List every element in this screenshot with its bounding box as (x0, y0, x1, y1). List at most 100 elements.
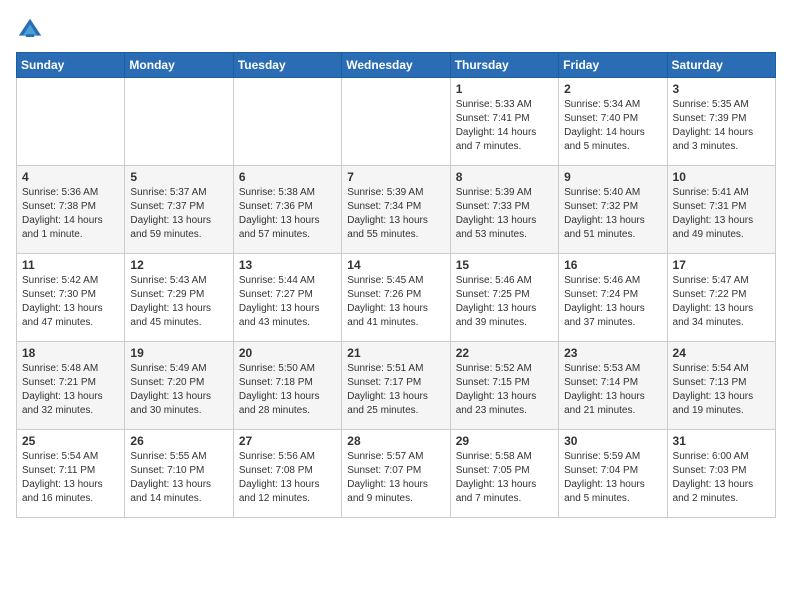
day-info: Sunrise: 5:40 AM Sunset: 7:32 PM Dayligh… (564, 186, 661, 242)
week-row-5: 25 Sunrise: 5:54 AM Sunset: 7:11 PM Dayli… (17, 430, 776, 518)
day-number: 17 (673, 258, 770, 272)
day-info: Sunrise: 5:51 AM Sunset: 7:17 PM Dayligh… (347, 362, 444, 418)
day-info: Sunrise: 5:46 AM Sunset: 7:24 PM Dayligh… (564, 274, 661, 330)
day-cell: 15 Sunrise: 5:46 AM Sunset: 7:25 PM Dayli… (450, 254, 558, 342)
weekday-header-tuesday: Tuesday (233, 53, 341, 78)
day-info: Sunrise: 5:33 AM Sunset: 7:41 PM Dayligh… (456, 98, 553, 154)
day-number: 1 (456, 82, 553, 96)
day-info: Sunrise: 5:37 AM Sunset: 7:37 PM Dayligh… (130, 186, 227, 242)
day-cell: 23 Sunrise: 5:53 AM Sunset: 7:14 PM Dayli… (559, 342, 667, 430)
day-info: Sunrise: 5:55 AM Sunset: 7:10 PM Dayligh… (130, 450, 227, 506)
day-cell (17, 78, 125, 166)
weekday-header-thursday: Thursday (450, 53, 558, 78)
day-info: Sunrise: 5:35 AM Sunset: 7:39 PM Dayligh… (673, 98, 770, 154)
day-info: Sunrise: 5:34 AM Sunset: 7:40 PM Dayligh… (564, 98, 661, 154)
day-number: 25 (22, 434, 119, 448)
day-cell: 18Sunrise: 5:48 AM Sunset: 7:21 PM Dayli… (17, 342, 125, 430)
day-cell: 6 Sunrise: 5:38 AM Sunset: 7:36 PM Daylig… (233, 166, 341, 254)
day-number: 21 (347, 346, 444, 360)
day-number: 26 (130, 434, 227, 448)
day-number: 13 (239, 258, 336, 272)
day-cell: 24 Sunrise: 5:54 AM Sunset: 7:13 PM Dayli… (667, 342, 775, 430)
day-cell (342, 78, 450, 166)
day-info: Sunrise: 5:36 AM Sunset: 7:38 PM Dayligh… (22, 186, 119, 242)
day-info: Sunrise: 5:38 AM Sunset: 7:36 PM Dayligh… (239, 186, 336, 242)
day-info: Sunrise: 5:39 AM Sunset: 7:33 PM Dayligh… (456, 186, 553, 242)
weekday-header-wednesday: Wednesday (342, 53, 450, 78)
day-info: Sunrise: 5:50 AM Sunset: 7:18 PM Dayligh… (239, 362, 336, 418)
day-cell: 28 Sunrise: 5:57 AM Sunset: 7:07 PM Dayli… (342, 430, 450, 518)
day-cell: 16 Sunrise: 5:46 AM Sunset: 7:24 PM Dayli… (559, 254, 667, 342)
day-number: 3 (673, 82, 770, 96)
day-cell: 7 Sunrise: 5:39 AM Sunset: 7:34 PM Daylig… (342, 166, 450, 254)
calendar-table: SundayMondayTuesdayWednesdayThursdayFrid… (16, 52, 776, 518)
day-cell: 9 Sunrise: 5:40 AM Sunset: 7:32 PM Daylig… (559, 166, 667, 254)
day-info: Sunrise: 5:42 AM Sunset: 7:30 PM Dayligh… (22, 274, 119, 330)
day-info: Sunrise: 5:59 AM Sunset: 7:04 PM Dayligh… (564, 450, 661, 506)
weekday-header-row: SundayMondayTuesdayWednesdayThursdayFrid… (17, 53, 776, 78)
day-cell: 10 Sunrise: 5:41 AM Sunset: 7:31 PM Dayli… (667, 166, 775, 254)
day-number: 4 (22, 170, 119, 184)
day-info: Sunrise: 5:56 AM Sunset: 7:08 PM Dayligh… (239, 450, 336, 506)
week-row-1: 1 Sunrise: 5:33 AM Sunset: 7:41 PM Daylig… (17, 78, 776, 166)
day-info: Sunrise: 5:58 AM Sunset: 7:05 PM Dayligh… (456, 450, 553, 506)
day-number: 7 (347, 170, 444, 184)
logo (16, 16, 48, 44)
day-number: 15 (456, 258, 553, 272)
day-cell: 13 Sunrise: 5:44 AM Sunset: 7:27 PM Dayli… (233, 254, 341, 342)
day-info: Sunrise: 5:46 AM Sunset: 7:25 PM Dayligh… (456, 274, 553, 330)
day-info: Sunrise: 5:57 AM Sunset: 7:07 PM Dayligh… (347, 450, 444, 506)
day-cell: 29 Sunrise: 5:58 AM Sunset: 7:05 PM Dayli… (450, 430, 558, 518)
page-header (16, 16, 776, 44)
weekday-header-saturday: Saturday (667, 53, 775, 78)
day-number: 28 (347, 434, 444, 448)
day-cell: 27Sunrise: 5:56 AM Sunset: 7:08 PM Dayli… (233, 430, 341, 518)
day-cell: 3 Sunrise: 5:35 AM Sunset: 7:39 PM Daylig… (667, 78, 775, 166)
day-cell: 17 Sunrise: 5:47 AM Sunset: 7:22 PM Dayli… (667, 254, 775, 342)
day-number: 29 (456, 434, 553, 448)
day-cell: 2 Sunrise: 5:34 AM Sunset: 7:40 PM Daylig… (559, 78, 667, 166)
day-number: 22 (456, 346, 553, 360)
day-info: Sunrise: 5:54 AM Sunset: 7:11 PM Dayligh… (22, 450, 119, 506)
day-cell: 20 Sunrise: 5:50 AM Sunset: 7:18 PM Dayli… (233, 342, 341, 430)
day-info: Sunrise: 5:43 AM Sunset: 7:29 PM Dayligh… (130, 274, 227, 330)
day-cell (233, 78, 341, 166)
week-row-4: 18Sunrise: 5:48 AM Sunset: 7:21 PM Dayli… (17, 342, 776, 430)
day-cell: 5Sunrise: 5:37 AM Sunset: 7:37 PM Daylig… (125, 166, 233, 254)
day-info: Sunrise: 5:44 AM Sunset: 7:27 PM Dayligh… (239, 274, 336, 330)
week-row-3: 11Sunrise: 5:42 AM Sunset: 7:30 PM Dayli… (17, 254, 776, 342)
day-cell: 11Sunrise: 5:42 AM Sunset: 7:30 PM Dayli… (17, 254, 125, 342)
day-cell: 12 Sunrise: 5:43 AM Sunset: 7:29 PM Dayli… (125, 254, 233, 342)
day-number: 14 (347, 258, 444, 272)
day-cell: 1 Sunrise: 5:33 AM Sunset: 7:41 PM Daylig… (450, 78, 558, 166)
day-info: Sunrise: 5:53 AM Sunset: 7:14 PM Dayligh… (564, 362, 661, 418)
day-number: 20 (239, 346, 336, 360)
day-number: 31 (673, 434, 770, 448)
day-info: Sunrise: 5:48 AM Sunset: 7:21 PM Dayligh… (22, 362, 119, 418)
day-info: Sunrise: 5:45 AM Sunset: 7:26 PM Dayligh… (347, 274, 444, 330)
day-number: 23 (564, 346, 661, 360)
day-cell: 31Sunrise: 6:00 AM Sunset: 7:03 PM Dayli… (667, 430, 775, 518)
day-info: Sunrise: 5:39 AM Sunset: 7:34 PM Dayligh… (347, 186, 444, 242)
day-number: 6 (239, 170, 336, 184)
day-number: 9 (564, 170, 661, 184)
day-number: 2 (564, 82, 661, 96)
day-number: 24 (673, 346, 770, 360)
day-number: 10 (673, 170, 770, 184)
day-number: 16 (564, 258, 661, 272)
day-number: 12 (130, 258, 227, 272)
day-info: Sunrise: 5:47 AM Sunset: 7:22 PM Dayligh… (673, 274, 770, 330)
day-info: Sunrise: 5:54 AM Sunset: 7:13 PM Dayligh… (673, 362, 770, 418)
weekday-header-monday: Monday (125, 53, 233, 78)
day-cell: 22 Sunrise: 5:52 AM Sunset: 7:15 PM Dayli… (450, 342, 558, 430)
day-cell: 25 Sunrise: 5:54 AM Sunset: 7:11 PM Dayli… (17, 430, 125, 518)
day-info: Sunrise: 5:41 AM Sunset: 7:31 PM Dayligh… (673, 186, 770, 242)
day-number: 19 (130, 346, 227, 360)
day-number: 8 (456, 170, 553, 184)
day-cell: 21 Sunrise: 5:51 AM Sunset: 7:17 PM Dayli… (342, 342, 450, 430)
weekday-header-sunday: Sunday (17, 53, 125, 78)
day-info: Sunrise: 5:52 AM Sunset: 7:15 PM Dayligh… (456, 362, 553, 418)
day-number: 30 (564, 434, 661, 448)
logo-icon (16, 16, 44, 44)
day-cell: 8 Sunrise: 5:39 AM Sunset: 7:33 PM Daylig… (450, 166, 558, 254)
